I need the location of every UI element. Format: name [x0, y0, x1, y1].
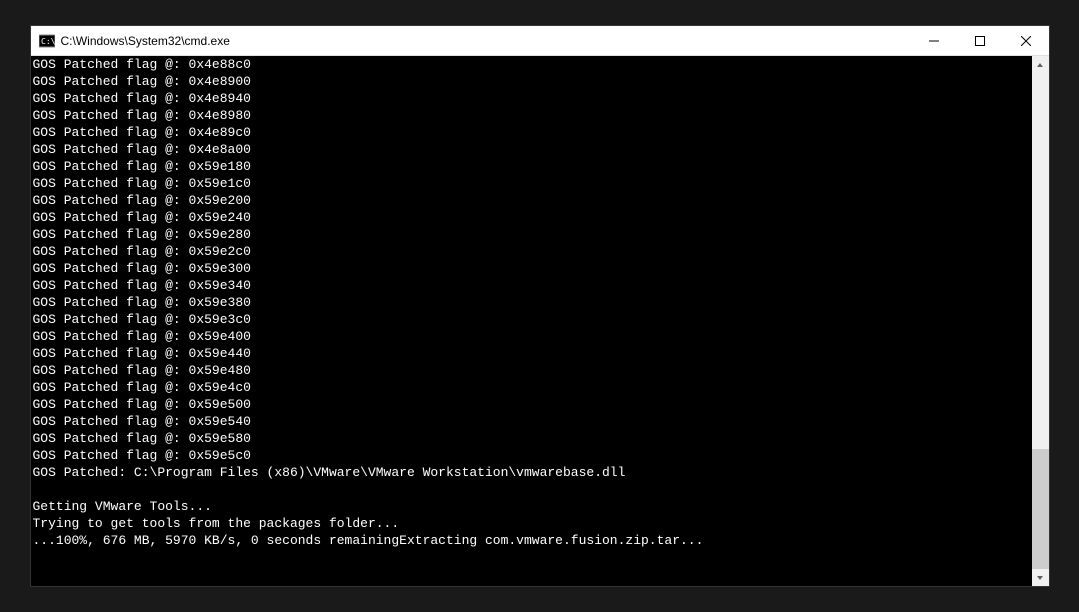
terminal-line: GOS Patched flag @: 0x59e280 [33, 226, 1030, 243]
terminal-line: GOS Patched flag @: 0x4e8900 [33, 73, 1030, 90]
close-button[interactable] [1003, 26, 1049, 55]
terminal-line: GOS Patched flag @: 0x4e88c0 [33, 56, 1030, 73]
terminal-line: GOS Patched flag @: 0x59e180 [33, 158, 1030, 175]
window-controls [911, 26, 1049, 55]
window-title: C:\Windows\System32\cmd.exe [61, 34, 230, 48]
terminal-line: GOS Patched flag @: 0x59e200 [33, 192, 1030, 209]
terminal-line: GOS Patched flag @: 0x59e340 [33, 277, 1030, 294]
scrollbar[interactable] [1032, 56, 1049, 586]
terminal-line: GOS Patched flag @: 0x59e400 [33, 328, 1030, 345]
terminal-line: GOS Patched flag @: 0x4e8a00 [33, 141, 1030, 158]
terminal-line: GOS Patched flag @: 0x59e240 [33, 209, 1030, 226]
terminal-line: Getting VMware Tools... [33, 498, 1030, 515]
terminal-line: GOS Patched flag @: 0x59e300 [33, 260, 1030, 277]
cmd-icon: C:\ [39, 33, 55, 49]
terminal-line: GOS Patched flag @: 0x59e380 [33, 294, 1030, 311]
scrollbar-thumb[interactable] [1032, 449, 1049, 569]
terminal-line: GOS Patched: C:\Program Files (x86)\VMwa… [33, 464, 1030, 481]
maximize-button[interactable] [957, 26, 1003, 55]
terminal-line: GOS Patched flag @: 0x59e580 [33, 430, 1030, 447]
terminal-line: GOS Patched flag @: 0x59e500 [33, 396, 1030, 413]
minimize-button[interactable] [911, 26, 957, 55]
terminal-line: GOS Patched flag @: 0x59e1c0 [33, 175, 1030, 192]
terminal-line: GOS Patched flag @: 0x59e440 [33, 345, 1030, 362]
terminal-output[interactable]: GOS Patched flag @: 0x4e88c0GOS Patched … [31, 56, 1032, 586]
scrollbar-up-arrow[interactable] [1032, 56, 1049, 73]
terminal-line [33, 481, 1030, 498]
terminal-line: GOS Patched flag @: 0x59e540 [33, 413, 1030, 430]
terminal-line: GOS Patched flag @: 0x4e8940 [33, 90, 1030, 107]
command-prompt-window: C:\ C:\Windows\System32\cmd.exe GOS Patc… [30, 25, 1050, 587]
terminal-line: GOS Patched flag @: 0x59e5c0 [33, 447, 1030, 464]
terminal-line: GOS Patched flag @: 0x59e3c0 [33, 311, 1030, 328]
titlebar[interactable]: C:\ C:\Windows\System32\cmd.exe [31, 26, 1049, 56]
terminal-body: GOS Patched flag @: 0x4e88c0GOS Patched … [31, 56, 1049, 586]
terminal-line: GOS Patched flag @: 0x59e2c0 [33, 243, 1030, 260]
terminal-line: GOS Patched flag @: 0x4e8980 [33, 107, 1030, 124]
scrollbar-down-arrow[interactable] [1032, 569, 1049, 586]
terminal-line: ...100%, 676 MB, 5970 KB/s, 0 seconds re… [33, 532, 1030, 549]
terminal-line: GOS Patched flag @: 0x4e89c0 [33, 124, 1030, 141]
svg-text:C:\: C:\ [41, 37, 55, 46]
terminal-line: Trying to get tools from the packages fo… [33, 515, 1030, 532]
terminal-line: GOS Patched flag @: 0x59e4c0 [33, 379, 1030, 396]
terminal-line: GOS Patched flag @: 0x59e480 [33, 362, 1030, 379]
